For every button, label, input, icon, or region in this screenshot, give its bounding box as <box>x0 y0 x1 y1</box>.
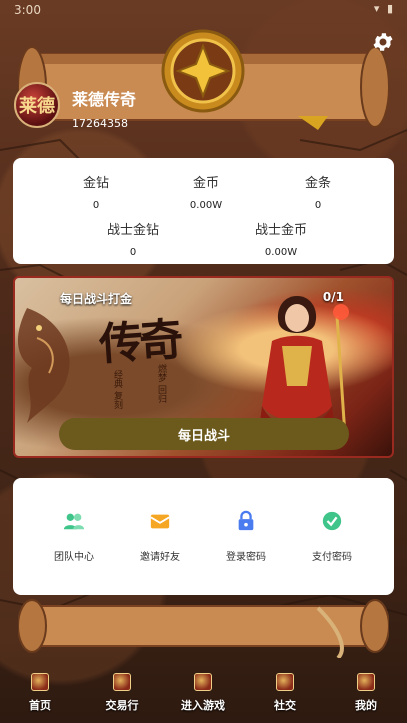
tab-marketplace[interactable]: 交易行 <box>92 673 152 713</box>
status-bar: 3:00 ▾ ▮ <box>0 0 407 24</box>
tab-profile[interactable]: 我的 <box>336 673 396 713</box>
asset-value: 0 <box>314 200 322 211</box>
tab-label: 进入游戏 <box>181 699 225 712</box>
settings-gear-icon[interactable] <box>371 30 395 54</box>
asset-value: 0.00W <box>264 247 298 258</box>
home-icon <box>31 673 49 691</box>
action-label: 邀请好友 <box>140 552 180 563</box>
invite-friends-button[interactable]: 邀请好友 <box>120 510 200 563</box>
social-icon <box>276 673 294 691</box>
tab-label: 交易行 <box>105 699 139 712</box>
tab-label: 首页 <box>29 699 51 712</box>
avatar[interactable]: 莱德 <box>14 82 60 128</box>
envelope-icon <box>150 514 170 529</box>
asset-label: 金钻 <box>82 176 109 191</box>
banner-art-title: 传奇 <box>97 314 181 371</box>
asset-gold-diamond: 金钻 0 <box>61 172 131 211</box>
lock-icon <box>238 510 254 531</box>
tab-label: 社交 <box>274 699 296 712</box>
tab-enter-game[interactable]: 进入游戏 <box>173 673 233 713</box>
bottom-tab-bar: 首页 交易行 进入游戏 社交 我的 <box>0 661 407 723</box>
game-icon <box>194 673 212 691</box>
asset-warrior-gold-diamond: 战士金钻 0 <box>93 219 173 258</box>
asset-label: 金币 <box>192 176 219 191</box>
asset-label: 金条 <box>304 176 331 191</box>
payment-password-button[interactable]: 支付密码 <box>292 510 372 563</box>
banner-title: 每日战斗打金 <box>60 292 133 306</box>
quick-actions-card: 团队中心 邀请好友 登录密码 支付密码 <box>13 478 394 595</box>
assets-card: 金钻 0 金币 0.00W 金条 0 战士金钻 0 战士金币 0.00W <box>13 158 394 264</box>
status-time: 3:00 <box>14 3 41 17</box>
asset-value: 0 <box>92 200 100 211</box>
asset-gold-bar: 金条 0 <box>283 172 353 211</box>
asset-label: 战士金钻 <box>106 223 159 238</box>
action-label: 登录密码 <box>226 552 266 563</box>
asset-warrior-gold-coin: 战士金币 0.00W <box>241 219 321 258</box>
asset-value: 0.00W <box>189 200 223 211</box>
scroll-decoration-bottom <box>18 599 389 658</box>
daily-battle-banner: 每日战斗打金 0/1 传奇 经典 复刻 燃梦 回归 每日战斗 <box>13 276 394 458</box>
check-shield-icon <box>322 511 342 531</box>
team-icon <box>63 513 85 530</box>
banner-art-subtitle: 经典 复刻 <box>112 370 122 409</box>
profile-icon <box>357 673 375 691</box>
action-label: 支付密码 <box>312 552 352 563</box>
banner-art-subtitle: 燃梦 回归 <box>156 364 166 403</box>
marketplace-icon <box>113 673 131 691</box>
action-label: 团队中心 <box>54 552 94 563</box>
emblem-icon <box>161 29 245 113</box>
team-center-button[interactable]: 团队中心 <box>34 510 114 563</box>
tab-home[interactable]: 首页 <box>10 673 70 713</box>
user-name: 莱德传奇 <box>72 90 137 109</box>
status-icons: ▾ ▮ <box>373 2 395 15</box>
user-id: 17264358 <box>72 117 128 130</box>
asset-label: 战士金币 <box>254 223 307 238</box>
tab-social[interactable]: 社交 <box>255 673 315 713</box>
login-password-button[interactable]: 登录密码 <box>206 510 286 563</box>
dragon-illustration <box>17 308 70 423</box>
daily-battle-button[interactable]: 每日战斗 <box>59 418 349 450</box>
asset-gold-coin: 金币 0.00W <box>171 172 241 211</box>
tab-label: 我的 <box>355 699 377 712</box>
asset-value: 0 <box>129 247 137 258</box>
